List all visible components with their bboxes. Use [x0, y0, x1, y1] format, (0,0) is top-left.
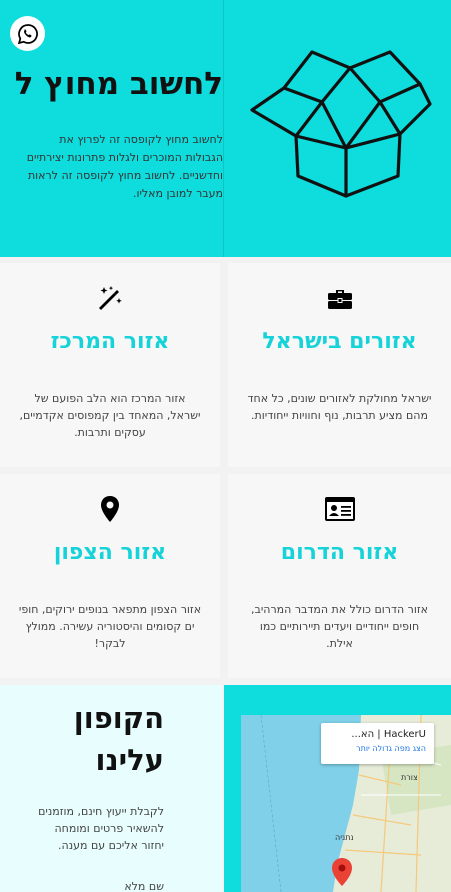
card-text: אזור הדרום כולל את המדבר המרהיב, חופים י… — [250, 603, 429, 650]
card-text: אזור הצפון מתפאר בנופים ירוקים, חופי ים … — [18, 603, 202, 650]
hero-divider — [223, 0, 224, 257]
coupon-title-line2: עלינו — [95, 743, 165, 777]
coupon-section: הקופון עלינו לקבלת ייעוץ חינם, מוזמנים ל… — [0, 685, 222, 892]
coupon-title-line1: הקופון — [73, 701, 164, 735]
card-center-region: אזור המרכז אזור המרכז הוא הלב הפועם של י… — [0, 263, 220, 467]
map-section: צורת נתניה HackerU | הא... הצג מפה גדולה… — [224, 685, 451, 892]
coupon-description: לקבלת ייעוץ חינם, מוזמנים להשאיר פרטים ו… — [38, 805, 164, 852]
map-label-tsurat: צורת — [401, 773, 418, 782]
open-box-icon — [250, 50, 432, 198]
whatsapp-button[interactable] — [10, 16, 45, 51]
card-title: אזורים בישראל — [262, 329, 417, 354]
card-title: אזור הצפון — [53, 540, 167, 565]
embedded-map[interactable]: צורת נתניה HackerU | הא... הצג מפה גדולה… — [241, 715, 451, 892]
map-pin-icon — [95, 494, 125, 524]
map-marker-icon[interactable] — [331, 857, 353, 887]
full-name-label: שם מלא — [124, 880, 164, 892]
whatsapp-icon — [17, 23, 38, 44]
card-text: אזור המרכז הוא הלב הפועם של ישראל, המאחד… — [19, 392, 201, 439]
coupon-title: הקופון עלינו — [74, 697, 164, 781]
magic-wand-icon — [95, 283, 125, 313]
map-place-title: HackerU | הא... — [351, 729, 426, 740]
card-south-region: אזור הדרום אזור הדרום כולל את המדבר המרה… — [228, 474, 451, 678]
card-israel-regions: אזורים בישראל ישראל מחולקת לאזורים שונים… — [228, 263, 451, 467]
map-label-netanya: נתניה — [335, 833, 354, 842]
card-title: אזור הדרום — [280, 540, 399, 565]
card-text: ישראל מחולקת לאזורים שונים, כל אחד מהם מ… — [247, 392, 432, 422]
card-title: אזור המרכז — [50, 329, 170, 354]
view-larger-map-link[interactable]: הצג מפה גדולה יותר — [329, 744, 426, 753]
card-north-region: אזור הצפון אזור הצפון מתפאר בנופים ירוקי… — [0, 474, 220, 678]
hero-description: לחשוב מחוץ לקופסה זה לפרוץ את הגבולות המ… — [26, 133, 223, 200]
hero-title: לחשוב מחוץ ל — [14, 66, 223, 102]
hero-section: לחשוב מחוץ ל לחשוב מחוץ לקופסה זה לפרוץ … — [0, 0, 451, 257]
map-info-card: HackerU | הא... הצג מפה גדולה יותר — [321, 723, 434, 764]
briefcase-icon — [325, 283, 355, 313]
id-card-icon — [324, 494, 355, 524]
